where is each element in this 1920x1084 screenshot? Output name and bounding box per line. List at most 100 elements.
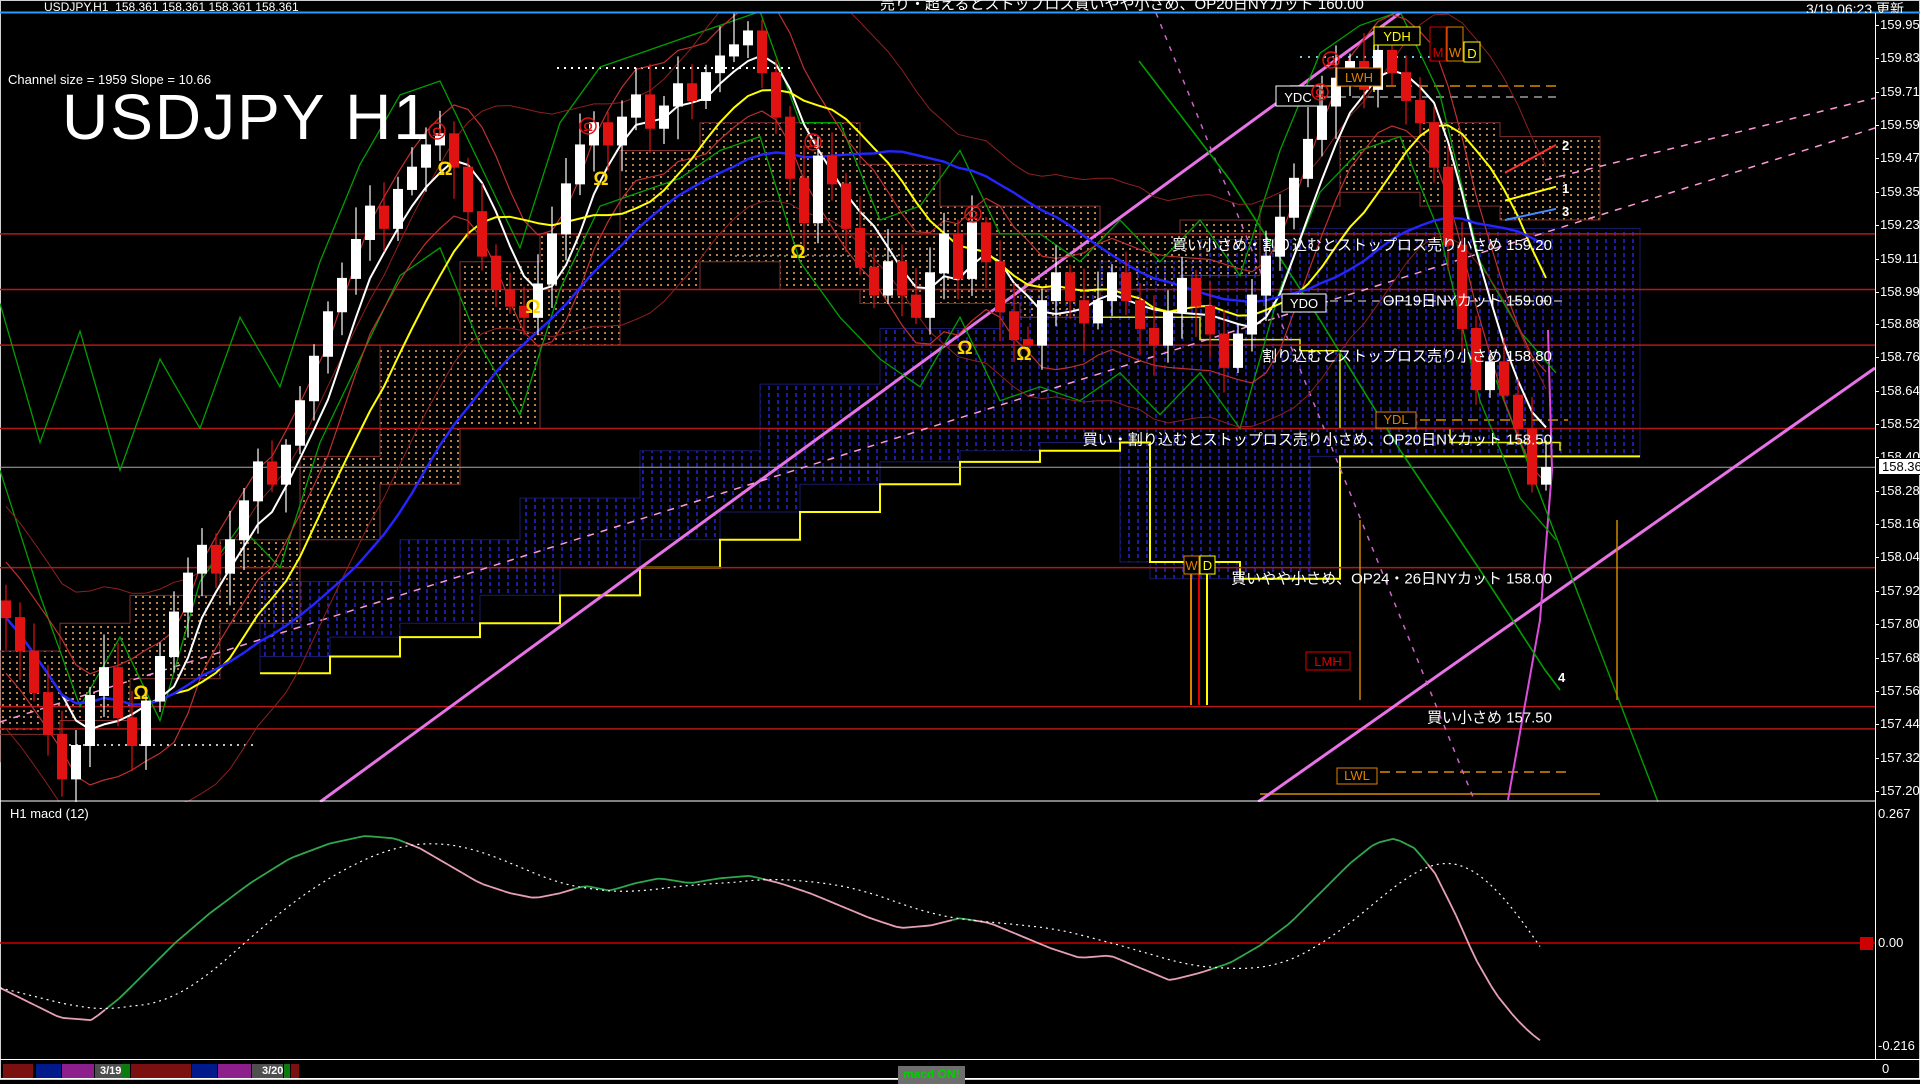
candle-body — [618, 117, 627, 145]
macd-line-segment — [56, 1016, 63, 1018]
candle-body — [926, 273, 935, 317]
macd-on-badge[interactable]: macd ON! — [898, 1066, 965, 1084]
macd-line-segment — [210, 908, 217, 913]
line-endpoint-number: 1 — [1562, 181, 1569, 196]
price-axis-label: 159.355 — [1880, 184, 1920, 199]
macd-line-segment — [1365, 846, 1372, 852]
macd-line-segment — [1421, 856, 1428, 865]
macd-line-segment — [693, 882, 700, 883]
candle-body — [1416, 100, 1425, 122]
swing-low-marker-icon: Ω — [593, 169, 608, 190]
channel-info-label: Channel size = 1959 Slope = 10.66 — [8, 72, 211, 87]
trade-annotation: 買い小さめ 157.50 — [1427, 710, 1552, 727]
macd-line-segment — [448, 865, 455, 869]
macd-line-segment — [1218, 965, 1225, 967]
symbol-watermark: USDJPY H1 — [62, 80, 431, 154]
macd-line-segment — [168, 943, 175, 950]
candle-body — [226, 540, 235, 573]
macd-line-segment — [1316, 890, 1323, 897]
swing-low-marker-icon: Ω — [957, 338, 972, 359]
price-axis-label: 157.800 — [1880, 616, 1920, 631]
macd-line-segment — [28, 1002, 35, 1005]
candle-body — [198, 545, 207, 573]
macd-line-segment — [126, 985, 133, 992]
macd-line-segment — [1526, 1029, 1533, 1035]
session-timeline-bar[interactable]: 3/193/20macd ON!0 — [0, 1061, 1920, 1080]
macd-line-segment — [315, 846, 322, 849]
candle-body — [688, 84, 697, 101]
macd-line-segment — [1379, 841, 1386, 843]
swing-low-marker-icon: Ω — [437, 159, 452, 180]
macd-line-segment — [1106, 956, 1113, 957]
trade-annotation: OP19日NYカット 159.00 — [1383, 293, 1552, 310]
level-box-ydo: YDO — [1282, 294, 1326, 312]
candle-body — [758, 31, 767, 73]
macd-line-segment — [651, 879, 658, 880]
macd-line-segment — [644, 880, 651, 881]
macd-panel-layer — [0, 836, 1875, 1040]
macd-line-segment — [917, 926, 924, 927]
macd-line-segment — [294, 854, 301, 857]
macd-line-segment — [1141, 968, 1148, 971]
price-axis-label: 158.640 — [1880, 383, 1920, 398]
macd-axis-end-label: 0 — [1882, 1061, 1889, 1076]
macd-line-segment — [1204, 969, 1211, 971]
macd-line-segment — [945, 920, 952, 922]
macd-line-segment — [371, 836, 378, 837]
macd-line-segment — [735, 876, 742, 877]
candle-body — [408, 167, 417, 189]
macd-line-segment — [1113, 957, 1120, 960]
macd-line-segment — [1050, 948, 1057, 950]
level-box-lwl: LWL — [1337, 768, 1377, 784]
trade-annotation: 買い・割り込むとストップロス売り小さめ、OP20日NYカット 158.50 — [1083, 432, 1552, 449]
macd-line-segment — [322, 844, 329, 847]
macd-line-segment — [1337, 869, 1344, 876]
trade-annotation: 買いやや小さめ、OP24・26日NYカット 158.00 — [1231, 571, 1552, 588]
macd-line-segment — [581, 886, 588, 887]
level-box-label: YDH — [1383, 29, 1410, 44]
macd-line-segment — [98, 1010, 105, 1016]
price-axis-label: 158.280 — [1880, 483, 1920, 498]
macd-line-segment — [749, 876, 756, 877]
candle-body — [1542, 467, 1551, 484]
macd-line-segment — [1449, 901, 1456, 915]
session-date-label: 3/20 — [262, 1065, 283, 1077]
macd-line-segment — [714, 878, 721, 879]
macd-line-segment — [931, 924, 938, 926]
level-box-lwh: LWH — [1337, 68, 1381, 86]
macd-line-segment — [1085, 957, 1092, 958]
price-axis[interactable]: 159.955159.835159.715159.595159.475159.3… — [1876, 13, 1920, 1060]
candle-body — [884, 262, 893, 295]
candle-body — [1318, 106, 1327, 139]
swing-low-marker-icon: Ω — [133, 683, 148, 704]
chart-canvas[interactable]: YDHMWDLWHYDCYDOYDLWDLMHLWL買い小さめ・割り込むとストッ… — [0, 0, 1920, 1080]
macd-line-segment — [1400, 841, 1407, 844]
macd-line-segment — [791, 887, 798, 889]
candle-body — [338, 278, 347, 311]
macd-line-segment — [273, 865, 280, 869]
candle-body — [212, 545, 221, 573]
macd-line-segment — [231, 892, 238, 897]
session-segment — [131, 1064, 191, 1078]
level-box-label: M — [1433, 45, 1444, 60]
macd-line-segment — [1225, 962, 1232, 965]
swing-high-marker-icon: Ω — [429, 123, 445, 139]
trade-annotation: 割り込むとストップロス売り小さめ 158.80 — [1262, 348, 1552, 365]
candle-body — [1094, 301, 1103, 323]
macd-line-segment — [77, 1019, 84, 1020]
marker-glyph: Ω — [968, 208, 978, 222]
macd-line-segment — [119, 992, 126, 999]
macd-line-segment — [504, 891, 511, 893]
candle-body — [352, 239, 361, 278]
macd-line-segment — [462, 873, 469, 877]
macd-line-segment — [1386, 839, 1393, 841]
candle-body — [1262, 256, 1271, 295]
level-box-ydh: YDH — [1374, 27, 1420, 45]
line-endpoint-number: 4 — [1558, 670, 1566, 685]
macd-line-segment — [1057, 950, 1064, 952]
candle-body — [856, 228, 865, 267]
macd-line-segment — [721, 878, 728, 879]
candle-body — [1234, 334, 1243, 367]
macd-line-segment — [1001, 928, 1008, 931]
macd-line-segment — [1064, 953, 1071, 955]
